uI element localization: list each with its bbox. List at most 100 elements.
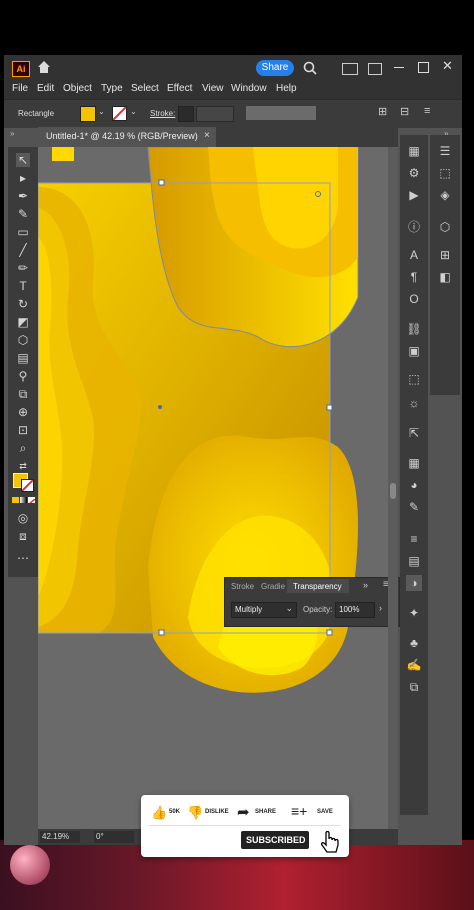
- pathfinder-icon[interactable]: ◧: [437, 269, 453, 285]
- asset-export-icon[interactable]: ⬚: [406, 371, 422, 387]
- zoom-field[interactable]: 42.19%: [40, 831, 80, 843]
- edit-toolbar-icon[interactable]: ⋯: [16, 551, 30, 565]
- subscribed-button[interactable]: SUBSCRIBED: [241, 831, 309, 849]
- dislike-button[interactable]: 👎 DISLIKE: [187, 805, 237, 821]
- zoom-tool-icon[interactable]: ⌕: [16, 441, 30, 455]
- share-video-button[interactable]: ➦ SHARE: [237, 804, 287, 821]
- share-button[interactable]: Share: [256, 60, 294, 76]
- magic-wand-icon[interactable]: ✦: [406, 605, 422, 621]
- 3d-icon[interactable]: ⬡: [437, 219, 453, 235]
- stroke-panel-icon[interactable]: ≡: [406, 531, 422, 547]
- graphic-styles-icon[interactable]: ⧉: [406, 679, 422, 695]
- align-icon[interactable]: ⊞: [378, 105, 387, 118]
- vertical-scrollbar[interactable]: [388, 147, 398, 837]
- maximize-icon[interactable]: [418, 62, 429, 73]
- swap-colors-icon[interactable]: ⇄: [16, 459, 30, 473]
- draw-mode-icon[interactable]: ◎: [16, 511, 30, 525]
- stroke-swatch[interactable]: [112, 106, 127, 121]
- menu-effect[interactable]: Effect: [167, 83, 192, 94]
- type-tool-icon[interactable]: T: [16, 279, 30, 293]
- screen-mode-icon[interactable]: ⧈: [16, 529, 30, 543]
- brushes-icon[interactable]: ✍: [406, 657, 422, 673]
- menu-help[interactable]: Help: [276, 83, 297, 94]
- direct-selection-tool-icon[interactable]: ▸: [16, 171, 30, 185]
- gradient-panel-icon[interactable]: ▤: [406, 553, 422, 569]
- selection-tool-icon[interactable]: ↖: [16, 153, 30, 167]
- eyedropper-tool-icon[interactable]: ⚲: [16, 369, 30, 383]
- blend-tool-icon[interactable]: ⧉: [16, 387, 30, 401]
- curvature-tool-icon[interactable]: ✎: [16, 207, 30, 221]
- save-button[interactable]: ≡+ SAVE: [291, 803, 341, 821]
- scrollbar-thumb[interactable]: [390, 483, 396, 499]
- more-options-icon[interactable]: ≡: [424, 105, 430, 117]
- adjust-icon[interactable]: ☰: [437, 143, 453, 159]
- arrange-documents-icon[interactable]: [368, 63, 382, 75]
- menu-view[interactable]: View: [202, 83, 224, 94]
- libraries-icon[interactable]: ⬚: [437, 165, 453, 181]
- shape-builder-tool-icon[interactable]: ⬡: [16, 333, 30, 347]
- properties-icon[interactable]: ▦: [406, 143, 422, 159]
- close-icon[interactable]: ✕: [442, 58, 453, 74]
- rotation-field[interactable]: 0°: [94, 831, 134, 843]
- menu-type[interactable]: Type: [101, 83, 123, 94]
- toolbar-collapse-icon[interactable]: »: [10, 129, 14, 138]
- menu-object[interactable]: Object: [63, 83, 92, 94]
- transparency-panel[interactable]: Stroke Gradie Transparency » ≡ Multiply …: [224, 577, 400, 627]
- symbol-sprayer-tool-icon[interactable]: ⊕: [16, 405, 30, 419]
- menu-edit[interactable]: Edit: [37, 83, 54, 94]
- stroke-weight-field[interactable]: [196, 106, 234, 122]
- stroke-weight-input[interactable]: [178, 106, 194, 122]
- panel-tab-stroke[interactable]: Stroke: [231, 582, 254, 591]
- transparency-panel-icon[interactable]: ◑: [406, 575, 422, 591]
- rectangle-tool-icon[interactable]: ▭: [16, 225, 30, 239]
- panel-expand-icon[interactable]: »: [363, 580, 368, 590]
- color-icon[interactable]: ✎: [406, 499, 422, 515]
- minimize-icon[interactable]: [394, 67, 404, 68]
- canvas-area[interactable]: Stroke Gradie Transparency » ≡ Multiply …: [38, 147, 400, 837]
- layers-icon[interactable]: ◈: [437, 187, 453, 203]
- color-guide-icon[interactable]: ◕: [406, 477, 422, 493]
- paintbrush-tool-icon[interactable]: ╱: [16, 243, 30, 257]
- transform-icon[interactable]: ⊟: [400, 105, 409, 118]
- like-button[interactable]: 👍 50K: [151, 805, 191, 821]
- workspace-switcher-icon[interactable]: [342, 63, 358, 75]
- gradient-mode-icon[interactable]: [20, 497, 27, 503]
- actions-icon[interactable]: ▶: [406, 187, 422, 203]
- search-icon[interactable]: [302, 60, 318, 76]
- fill-dropdown-icon[interactable]: ⌄: [98, 107, 105, 116]
- document-tab-close-icon[interactable]: ×: [204, 130, 210, 141]
- opentype-icon[interactable]: O: [406, 291, 422, 307]
- paragraph-icon[interactable]: ¶: [406, 269, 422, 285]
- export-icon[interactable]: ⇱: [406, 425, 422, 441]
- pencil-tool-icon[interactable]: ✏: [16, 261, 30, 275]
- eraser-tool-icon[interactable]: ◩: [16, 315, 30, 329]
- character-icon[interactable]: A: [406, 247, 422, 263]
- swatches-icon[interactable]: ▦: [406, 455, 422, 471]
- home-icon[interactable]: [36, 59, 52, 75]
- menu-window[interactable]: Window: [231, 83, 267, 94]
- align-panel-icon[interactable]: ⊞: [437, 247, 453, 263]
- appearance-icon[interactable]: ⚙: [406, 165, 422, 181]
- blend-mode-select[interactable]: Multiply ⌄: [231, 602, 297, 618]
- color-mode-icon[interactable]: [12, 497, 19, 503]
- none-mode-icon[interactable]: [28, 497, 35, 503]
- opacity-slider-arrow-icon[interactable]: ›: [379, 603, 382, 613]
- artwork[interactable]: [38, 147, 398, 837]
- menu-select[interactable]: Select: [131, 83, 159, 94]
- info-icon[interactable]: ⓘ: [406, 219, 422, 235]
- image-trace-icon[interactable]: ▣: [406, 343, 422, 359]
- stroke-dropdown-icon[interactable]: ⌄: [130, 107, 137, 116]
- symbols-icon[interactable]: ♣: [406, 635, 422, 651]
- pen-tool-icon[interactable]: ✒: [16, 189, 30, 203]
- stroke-color-icon[interactable]: [21, 479, 34, 492]
- links-icon[interactable]: ⛓: [406, 321, 422, 337]
- opacity-input[interactable]: 100%: [335, 602, 375, 618]
- fill-swatch[interactable]: [80, 106, 96, 122]
- gradient-tool-icon[interactable]: ▤: [16, 351, 30, 365]
- menu-file[interactable]: File: [12, 83, 28, 94]
- panel-tab-transparency[interactable]: Transparency: [287, 579, 349, 593]
- document-tab[interactable]: Untitled-1* @ 42.19 % (RGB/Preview) ×: [38, 127, 216, 147]
- variable-width-field[interactable]: [246, 106, 316, 120]
- navigator-icon[interactable]: ☼: [406, 395, 422, 411]
- artboard-tool-icon[interactable]: ⊡: [16, 423, 30, 437]
